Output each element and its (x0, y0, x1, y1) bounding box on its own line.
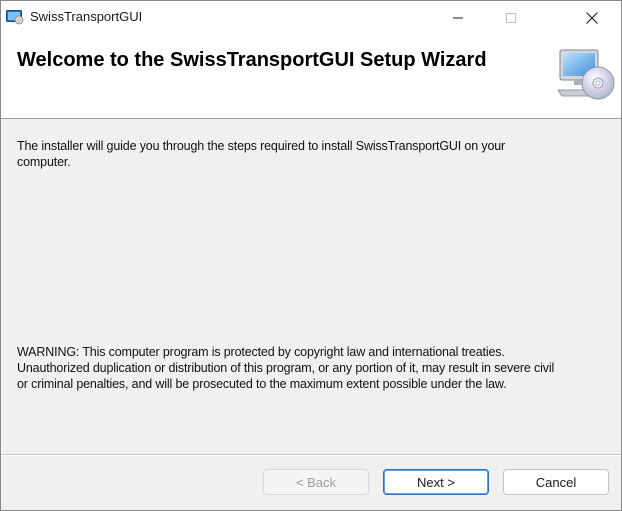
minimize-button[interactable] (435, 1, 481, 34)
warning-line: WARNING: This computer program is protec… (17, 345, 505, 359)
minimize-icon (453, 17, 463, 18)
intro-text: The installer will guide you through the… (17, 138, 607, 170)
wizard-header: Welcome to the SwissTransportGUI Setup W… (1, 34, 621, 119)
window-title: SwissTransportGUI (30, 9, 143, 24)
warning-line: or criminal penalties, and will be prose… (17, 377, 507, 391)
copyright-warning-text: WARNING: This computer program is protec… (17, 344, 607, 392)
computer-disc-icon (557, 49, 615, 100)
cancel-button[interactable]: Cancel (503, 469, 609, 495)
next-button[interactable]: Next > (383, 469, 489, 495)
back-button[interactable]: < Back (263, 469, 369, 495)
title-bar[interactable]: SwissTransportGUI (1, 1, 621, 34)
footer-divider-highlight (1, 455, 621, 456)
installer-app-icon (6, 10, 24, 25)
warning-line: Unauthorized duplication or distribution… (17, 361, 555, 375)
close-icon (586, 11, 598, 24)
close-button[interactable] (569, 1, 615, 34)
intro-line: computer. (17, 155, 71, 169)
maximize-icon (506, 12, 516, 23)
setup-wizard-window: SwissTransportGUI Welcome to the SwissTr… (0, 0, 622, 511)
maximize-button[interactable] (488, 1, 534, 34)
intro-line: The installer will guide you through the… (17, 139, 506, 153)
page-title: Welcome to the SwissTransportGUI Setup W… (17, 49, 487, 71)
